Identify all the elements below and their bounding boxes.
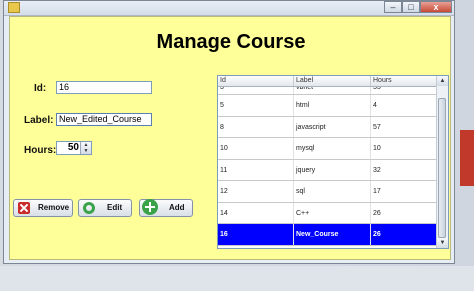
cell-hours: 10 [371,138,438,159]
spinner-arrows[interactable]: ▲ ▼ [80,142,91,154]
table-row[interactable]: 3 vbnet 55 [218,87,438,95]
column-header-id[interactable]: Id [218,76,294,86]
table-row-selected[interactable]: 16 New_Course 26 [218,224,438,246]
remove-button-label: Remove [38,203,70,212]
cell-label: vbnet [294,87,371,94]
add-button-label: Add [169,203,185,212]
add-icon [142,199,158,215]
cell-hours: 4 [371,95,438,116]
hours-spinner[interactable]: 50 ▲ ▼ [56,141,92,155]
hours-value: 50 [67,142,79,153]
cell-hours: 32 [371,159,438,180]
cell-hours: 55 [371,87,438,94]
window-controls: – □ x [384,1,452,13]
label-field[interactable]: New_Edited_Course [56,113,152,126]
remove-icon [18,202,30,214]
edit-button[interactable]: Edit [78,199,132,217]
cell-hours: 17 [371,181,438,202]
close-button[interactable]: x [420,1,452,13]
cell-label: mysql [294,138,371,159]
course-table[interactable]: Id Label Hours 3 vbnet 55 5 html 4 8 jav… [217,75,449,249]
cell-id: 10 [218,138,294,159]
remove-button[interactable]: Remove [13,199,73,217]
edit-button-label: Edit [107,203,123,212]
cell-hours: 26 [371,202,438,223]
cell-id: 12 [218,181,294,202]
table-row[interactable]: 14 C++ 26 [218,202,438,224]
cell-hours: 57 [371,116,438,137]
table-header: Id Label Hours [218,76,438,87]
table-row[interactable]: 10 mysql 10 [218,138,438,160]
cell-id: 3 [218,87,294,94]
table-row[interactable]: 5 html 4 [218,95,438,117]
cell-id: 16 [218,224,294,245]
cell-label: sql [294,181,371,202]
add-button[interactable]: Add [139,199,193,217]
cell-label: New_Course [294,224,371,245]
minimize-button[interactable]: – [384,1,402,13]
page-title: Manage Course [156,31,306,53]
cell-label: html [294,95,371,116]
spinner-down-icon[interactable]: ▼ [81,148,91,154]
cell-id: 14 [218,202,294,223]
column-header-hours[interactable]: Hours [371,76,438,86]
title-bar[interactable]: – □ x [4,1,454,16]
refresh-icon [83,202,95,214]
app-window: – □ x Manage Course Id: 16 Label: New_Ed… [3,0,455,264]
background-window-edge [460,130,474,186]
table-row[interactable]: 12 sql 17 [218,181,438,203]
table-row[interactable]: 8 javascript 57 [218,116,438,138]
table-scrollbar[interactable]: ▲ ▼ [436,76,448,248]
cell-hours: 26 [371,224,438,245]
scroll-up-icon[interactable]: ▲ [437,76,448,86]
scroll-down-icon[interactable]: ▼ [437,238,448,248]
cell-id: 5 [218,95,294,116]
table-row[interactable]: 11 jquery 32 [218,159,438,181]
maximize-button[interactable]: □ [402,1,420,13]
id-field[interactable]: 16 [56,81,152,94]
java-app-icon [8,2,20,13]
column-header-label[interactable]: Label [294,76,371,86]
hours-label: Hours: [24,145,57,156]
cell-label: jquery [294,159,371,180]
table-body: 3 vbnet 55 5 html 4 8 javascript 57 10 m… [218,87,438,246]
cell-id: 11 [218,159,294,180]
manage-course-panel: Manage Course Id: 16 Label: New_Edited_C… [9,16,451,260]
cell-label: javascript [294,116,371,137]
cell-id: 8 [218,116,294,137]
desktop-bottom-strip [0,266,474,291]
cell-label: C++ [294,202,371,223]
id-label: Id: [34,83,47,94]
label-label: Label: [24,115,54,126]
scroll-thumb[interactable] [438,98,446,238]
